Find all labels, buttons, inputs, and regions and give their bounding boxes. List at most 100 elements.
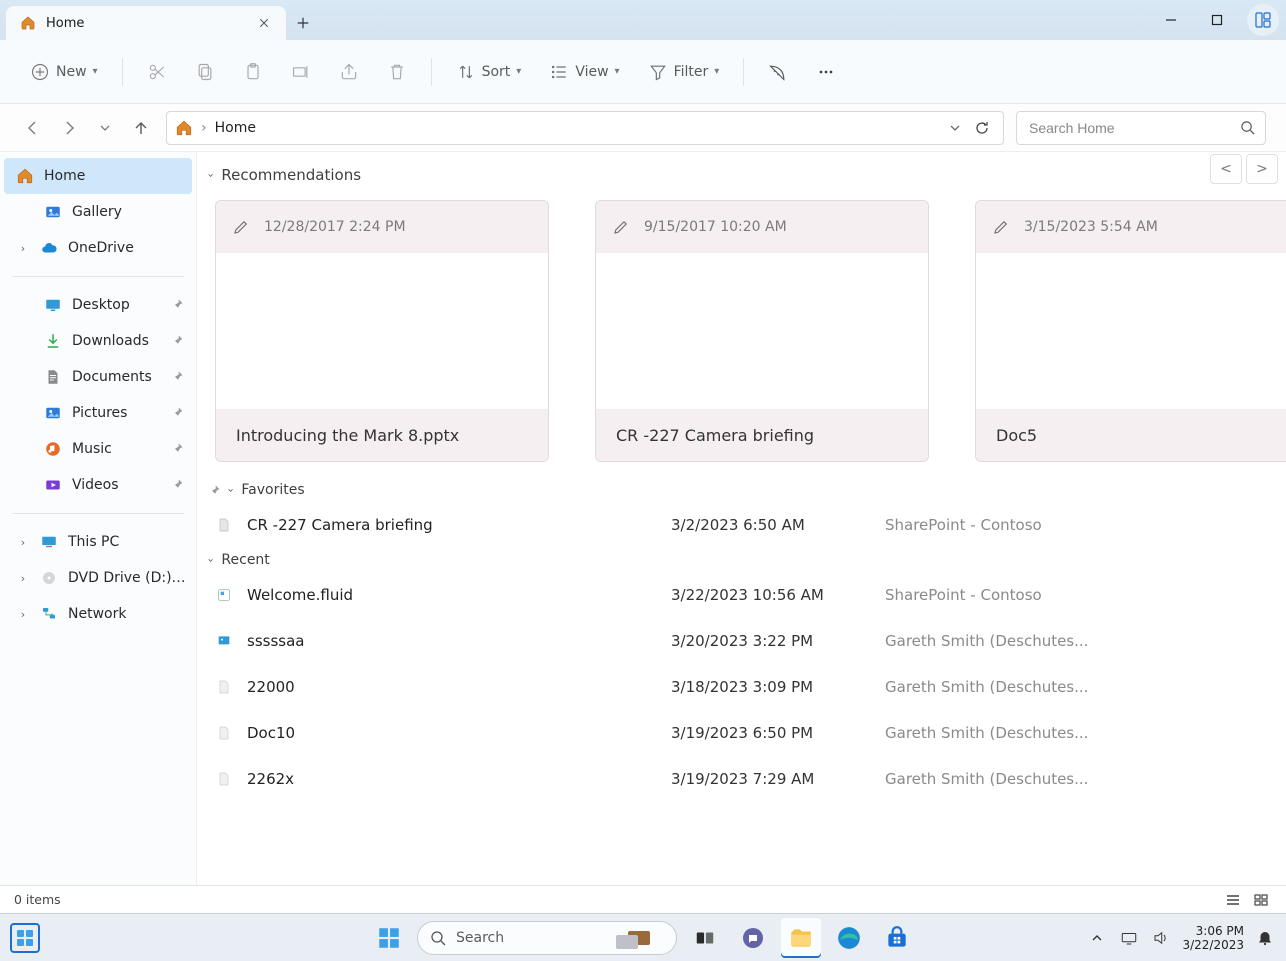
widgets-button[interactable] <box>10 923 40 953</box>
section-label: Favorites <box>241 482 304 498</box>
sidebar-item-videos[interactable]: Videos <box>0 467 196 503</box>
sidebar-item-desktop[interactable]: Desktop <box>0 287 196 323</box>
chat-button[interactable] <box>733 918 773 958</box>
paste-button[interactable] <box>233 56 273 88</box>
task-view-button[interactable] <box>685 918 725 958</box>
recommendation-card[interactable]: 3/15/2023 5:54 AM Doc5 <box>975 200 1286 462</box>
file-name: sssssaa <box>247 632 657 650</box>
volume-tray-icon[interactable] <box>1150 927 1172 949</box>
view-label: View <box>575 64 608 80</box>
nav-back[interactable] <box>20 115 46 141</box>
breadcrumb[interactable]: Home <box>215 120 256 136</box>
sidebar-item-label: Videos <box>72 477 162 493</box>
sidebar-item-label: Downloads <box>72 333 162 349</box>
share-icon <box>339 62 359 82</box>
section-recommendations[interactable]: › Recommendations <box>197 162 1286 188</box>
pizza-button[interactable] <box>758 56 798 88</box>
file-date: 3/19/2023 6:50 PM <box>671 724 871 742</box>
list-item[interactable]: 2262x 3/19/2023 7:29 AM Gareth Smith (De… <box>197 756 1286 802</box>
list-item[interactable]: CR -227 Camera briefing 3/2/2023 6:50 AM… <box>197 502 1286 548</box>
rename-button[interactable] <box>281 56 321 88</box>
sidebar-item-downloads[interactable]: Downloads <box>0 323 196 359</box>
breadcrumb-separator: › <box>201 120 207 136</box>
new-tab-button[interactable] <box>286 6 320 40</box>
details-view-toggle[interactable] <box>1222 891 1244 909</box>
expand-icon[interactable]: › <box>16 536 30 549</box>
section-favorites[interactable]: › Favorites <box>197 478 1286 502</box>
thumbnails-view-toggle[interactable] <box>1250 891 1272 909</box>
new-button[interactable]: New ▾ <box>20 56 108 88</box>
scissors-icon <box>147 62 167 82</box>
list-item[interactable]: Doc10 3/19/2023 6:50 PM Gareth Smith (De… <box>197 710 1286 756</box>
nav-recent[interactable] <box>92 115 118 141</box>
edge-button[interactable] <box>829 918 869 958</box>
sidebar-item-documents[interactable]: Documents <box>0 359 196 395</box>
tray-expand[interactable] <box>1086 927 1108 949</box>
sort-button[interactable]: Sort ▾ <box>446 56 532 88</box>
address-dropdown[interactable] <box>949 122 961 134</box>
search-box[interactable] <box>1016 111 1266 145</box>
file-explorer-button[interactable] <box>781 918 821 958</box>
minimize-button[interactable] <box>1148 0 1194 40</box>
cut-button[interactable] <box>137 56 177 88</box>
recommendation-card[interactable]: 9/15/2017 10:20 AM CR -227 Camera briefi… <box>595 200 929 462</box>
file-meta: Gareth Smith (Deschutes... <box>885 678 1268 696</box>
notifications-button[interactable] <box>1254 927 1276 949</box>
chevron-down-icon: ▾ <box>93 66 98 77</box>
expand-icon[interactable]: › <box>16 572 30 585</box>
snap-layouts-button[interactable] <box>1240 0 1286 40</box>
cloud-icon <box>40 239 58 257</box>
taskbar-search[interactable]: Search <box>417 921 677 955</box>
start-button[interactable] <box>369 918 409 958</box>
rec-next[interactable]: > <box>1246 154 1278 184</box>
sidebar-item-pictures[interactable]: Pictures <box>0 395 196 431</box>
ellipsis-icon <box>816 62 836 82</box>
card-title: Introducing the Mark 8.pptx <box>236 426 459 445</box>
sidebar-item-home[interactable]: Home <box>4 158 192 194</box>
nav-up[interactable] <box>128 115 154 141</box>
search-input[interactable] <box>1027 119 1232 137</box>
network-tray-icon[interactable] <box>1118 927 1140 949</box>
list-item[interactable]: 22000 3/18/2023 3:09 PM Gareth Smith (De… <box>197 664 1286 710</box>
file-name: CR -227 Camera briefing <box>247 516 657 534</box>
list-item[interactable]: sssssaa 3/20/2023 3:22 PM Gareth Smith (… <box>197 618 1286 664</box>
rename-icon <box>291 62 311 82</box>
store-button[interactable] <box>877 918 917 958</box>
sidebar-item-network[interactable]: › Network <box>0 596 196 632</box>
maximize-button[interactable] <box>1194 0 1240 40</box>
section-recent[interactable]: › Recent <box>197 548 1286 572</box>
list-item[interactable]: Welcome.fluid 3/22/2023 10:56 AM SharePo… <box>197 572 1286 618</box>
pin-icon <box>172 370 186 384</box>
chevron-down-icon: ▾ <box>714 66 719 77</box>
close-tab-icon[interactable] <box>256 15 272 31</box>
tab-home[interactable]: Home <box>6 6 286 40</box>
sidebar-item-label: Desktop <box>72 297 162 313</box>
more-button[interactable] <box>806 56 846 88</box>
title-bar: Home <box>0 0 1286 40</box>
home-icon <box>175 119 193 137</box>
recommendation-card[interactable]: 12/28/2017 2:24 PM Introducing the Mark … <box>215 200 549 462</box>
delete-button[interactable] <box>377 56 417 88</box>
view-button[interactable]: View ▾ <box>539 56 629 88</box>
sidebar-item-thispc[interactable]: › This PC <box>0 524 196 560</box>
separator <box>12 513 184 514</box>
sidebar-item-onedrive[interactable]: › OneDrive <box>0 230 196 266</box>
card-timestamp: 3/15/2023 5:54 AM <box>1024 219 1158 235</box>
sidebar-item-music[interactable]: Music <box>0 431 196 467</box>
clock[interactable]: 3:06 PM 3/22/2023 <box>1182 924 1244 952</box>
expand-icon[interactable]: › <box>16 608 30 621</box>
search-placeholder: Search <box>456 930 504 946</box>
share-button[interactable] <box>329 56 369 88</box>
tab-strip: Home <box>0 6 320 40</box>
home-icon <box>20 15 36 31</box>
rec-prev[interactable]: < <box>1210 154 1242 184</box>
copy-button[interactable] <box>185 56 225 88</box>
sidebar-item-gallery[interactable]: Gallery <box>0 194 196 230</box>
nav-forward[interactable] <box>56 115 82 141</box>
music-icon <box>44 440 62 458</box>
refresh-button[interactable] <box>969 115 995 141</box>
filter-button[interactable]: Filter ▾ <box>638 56 730 88</box>
address-bar[interactable]: › Home <box>166 111 1004 145</box>
expand-icon[interactable]: › <box>16 242 30 255</box>
sidebar-item-dvd[interactable]: › DVD Drive (D:) ViVe <box>0 560 196 596</box>
